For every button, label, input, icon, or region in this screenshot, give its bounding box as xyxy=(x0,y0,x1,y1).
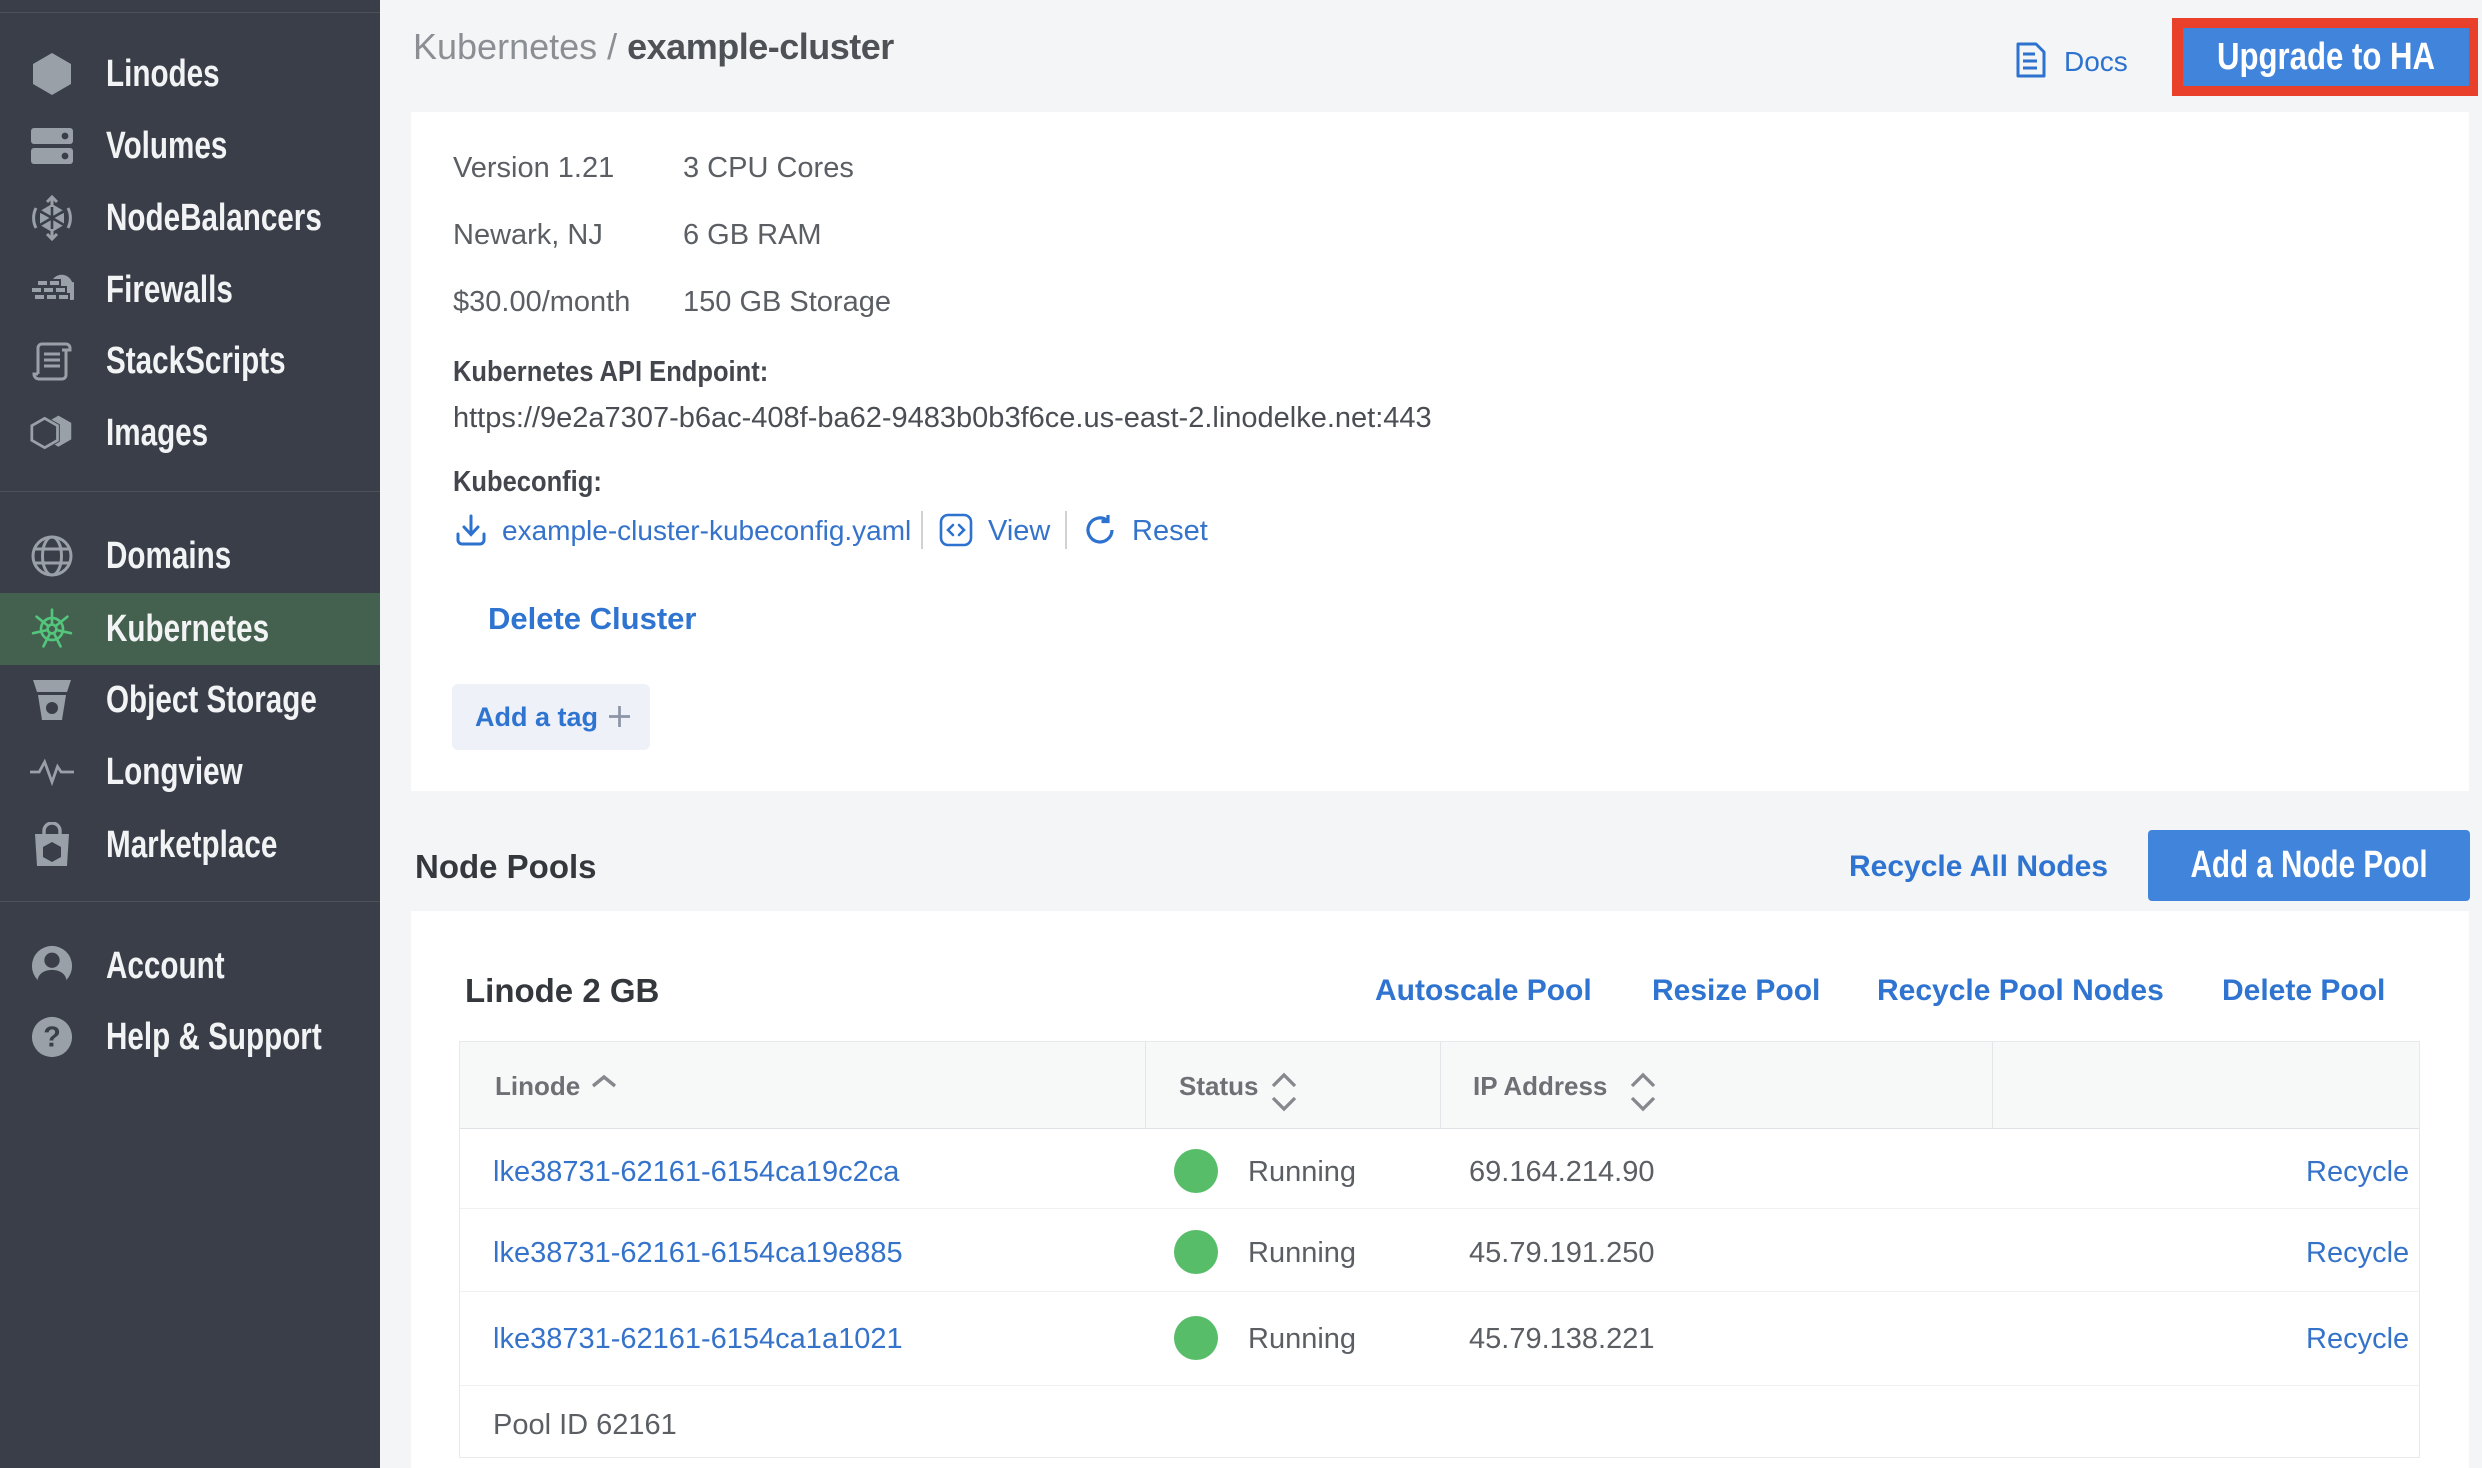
svg-text:?: ? xyxy=(43,1022,61,1054)
